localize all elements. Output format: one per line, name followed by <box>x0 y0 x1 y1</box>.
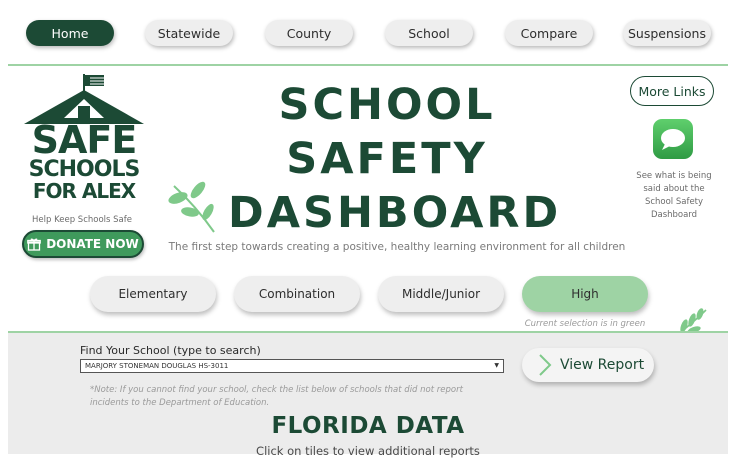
nav-compare-button[interactable]: Compare <box>505 20 593 46</box>
view-report-label: View Report <box>560 357 645 373</box>
level-combination-button[interactable]: Combination <box>234 276 360 312</box>
school-search-value: MARJORY STONEMAN DOUGLAS HS-3011 <box>85 362 229 370</box>
nav-statewide-button[interactable]: Statewide <box>145 20 233 46</box>
logo-tagline: Help Keep Schools Safe <box>32 215 132 225</box>
donate-button[interactable]: DONATE NOW <box>22 230 144 258</box>
level-elementary-button[interactable]: Elementary <box>90 276 216 312</box>
level-high-button[interactable]: High <box>522 276 648 312</box>
dashboard-subtitle: The first step towards creating a positi… <box>168 241 626 253</box>
dashboard-title-line-3: DASHBOARD <box>228 188 562 238</box>
nav-home-button[interactable]: Home <box>26 20 114 46</box>
top-navigation: Home Statewide County School Compare Sus… <box>0 0 736 66</box>
dashboard-title-line-2: SAFETY <box>286 134 488 184</box>
search-note: *Note: If you cannot find your school, c… <box>90 385 463 408</box>
nav-county-button[interactable]: County <box>265 20 353 46</box>
donate-label: DONATE NOW <box>46 237 139 251</box>
divider <box>8 64 728 66</box>
selection-note: Current selection is in green <box>524 319 646 329</box>
school-search-select[interactable]: MARJORY STONEMAN DOUGLAS HS-3011 ▼ <box>80 359 504 373</box>
leaf-sprig-icon <box>168 181 215 233</box>
level-middle-junior-button[interactable]: Middle/Junior <box>378 276 504 312</box>
messages-icon[interactable] <box>653 119 693 159</box>
more-links-button[interactable]: More Links <box>630 76 714 106</box>
logo-line-3: FOR ALEX <box>32 179 136 203</box>
dashboard-title-line-1: SCHOOL <box>278 80 496 130</box>
logo-line-1: SAFE <box>31 118 138 162</box>
dropdown-caret-icon: ▼ <box>494 362 499 369</box>
gift-icon <box>27 238 42 251</box>
speech-bubble-icon <box>661 129 685 150</box>
chevron-right-icon <box>539 354 552 376</box>
safe-schools-logo[interactable]: SAFE SCHOOLS FOR ALEX <box>20 72 148 212</box>
florida-data-heading: FLORIDA DATA <box>271 413 465 439</box>
view-report-button[interactable]: View Report <box>522 348 654 382</box>
nav-suspensions-button[interactable]: Suspensions <box>623 20 711 46</box>
nav-school-button[interactable]: School <box>385 20 473 46</box>
find-school-label: Find Your School (type to search) <box>80 344 261 357</box>
messages-note: See what is being said about the School … <box>636 171 712 220</box>
florida-data-subheading: Click on tiles to view additional report… <box>256 444 480 458</box>
